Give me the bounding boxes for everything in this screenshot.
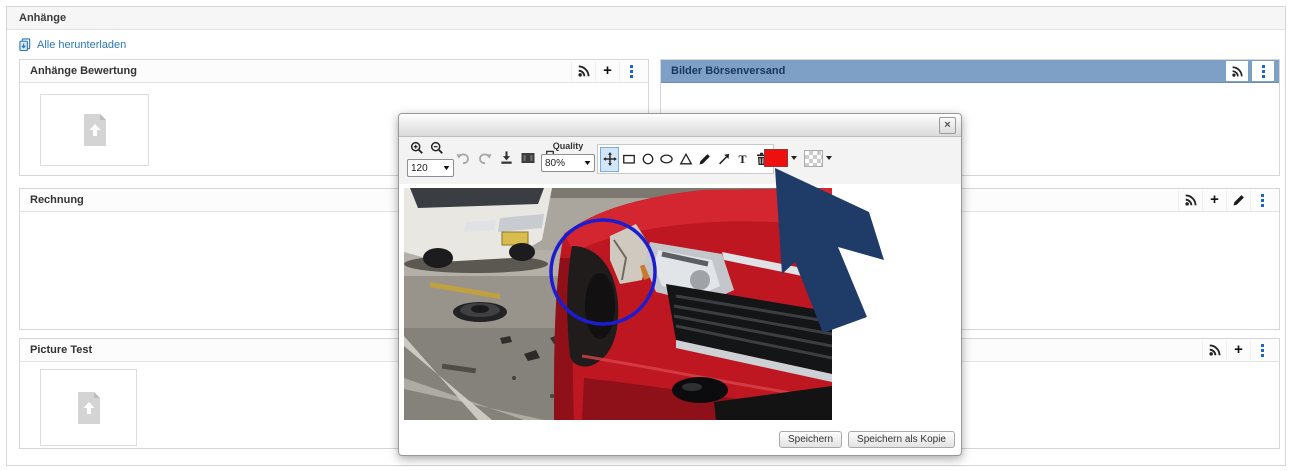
attachments-header: Anhänge (7, 7, 1285, 30)
kebab-icon (1261, 194, 1264, 207)
app-screen: Anhänge Alle herunterladen Anhänge Bewer… (0, 0, 1292, 471)
dialog-titlebar: × (399, 114, 961, 137)
chevron-down-icon: ▼ (442, 165, 452, 172)
zoom-out-button[interactable] (430, 141, 444, 155)
attachment-thumbnail-upload[interactable] (40, 369, 137, 446)
arrow-tool[interactable] (714, 147, 733, 172)
zoom-level-select[interactable]: 120▼ (407, 159, 454, 177)
rectangle-tool[interactable] (619, 147, 638, 172)
triangle-tool[interactable] (676, 147, 695, 172)
download-image-button[interactable] (499, 150, 514, 165)
panel-menu-button[interactable] (619, 62, 643, 81)
fill-color-dropdown[interactable] (826, 156, 832, 160)
car-crash-photo (404, 188, 832, 420)
download-all-link[interactable]: Alle herunterladen (19, 38, 126, 51)
redo-button[interactable] (477, 150, 493, 165)
text-tool[interactable]: T (733, 147, 752, 172)
attachment-thumbnail-upload[interactable] (40, 94, 149, 166)
editor-toolbar: 120▼ (399, 137, 961, 184)
panel-menu-button[interactable] (1250, 191, 1274, 210)
download-all-icon (19, 38, 32, 51)
ellipse-tool[interactable] (657, 147, 676, 172)
dialog-footer: Speichern Speichern als Kopie (779, 431, 955, 448)
pencil-tool[interactable] (695, 147, 714, 172)
stroke-color-swatch[interactable] (764, 149, 788, 167)
panel-menu-button[interactable] (1250, 341, 1274, 360)
page-title: Anhänge (19, 12, 66, 24)
panel-title: Anhänge Bewertung (30, 65, 571, 77)
file-upload-icon (75, 391, 103, 425)
panel-anhaenge-bewertung-header: Anhänge Bewertung + (20, 60, 648, 83)
quality-select[interactable]: 80%▼ (541, 154, 595, 172)
fill-color-swatch[interactable] (804, 150, 823, 167)
add-attachment-button[interactable]: + (595, 62, 619, 81)
zoom-in-button[interactable] (410, 141, 424, 155)
stroke-color-dropdown[interactable] (791, 156, 797, 160)
panel-title: Bilder Börsenversand (671, 65, 1222, 77)
save-button[interactable]: Speichern (779, 431, 842, 448)
quality-label: Quality (541, 141, 595, 151)
save-as-copy-button[interactable]: Speichern als Kopie (848, 431, 955, 448)
panel-bilder-boersenversand-header: Bilder Börsenversand (661, 60, 1279, 83)
shape-tools-group: T (597, 144, 774, 174)
crop-frame-button[interactable] (520, 151, 536, 165)
close-button[interactable]: × (939, 117, 956, 134)
rss-button[interactable] (571, 62, 595, 81)
panel-menu-button[interactable] (1252, 61, 1274, 81)
quality-group: Quality 80%▼ (541, 141, 595, 172)
rss-button[interactable] (1178, 191, 1202, 210)
rss-button[interactable] (1226, 61, 1248, 81)
undo-button[interactable] (455, 150, 471, 165)
zoom-group: 120▼ (407, 141, 454, 177)
edit-button[interactable] (1226, 191, 1250, 210)
image-editor-dialog: × 120▼ (398, 113, 962, 456)
kebab-icon (630, 65, 633, 78)
color-swatches-group (764, 149, 832, 167)
kebab-icon (1262, 65, 1265, 78)
file-upload-icon (81, 113, 109, 147)
pencil-icon (1232, 194, 1245, 207)
circle-tool[interactable] (638, 147, 657, 172)
move-tool[interactable] (600, 147, 619, 172)
kebab-icon (1261, 344, 1264, 357)
add-attachment-button[interactable]: + (1226, 341, 1250, 360)
add-attachment-button[interactable]: + (1202, 191, 1226, 210)
chevron-down-icon: ▼ (583, 160, 593, 167)
rss-button[interactable] (1202, 341, 1226, 360)
